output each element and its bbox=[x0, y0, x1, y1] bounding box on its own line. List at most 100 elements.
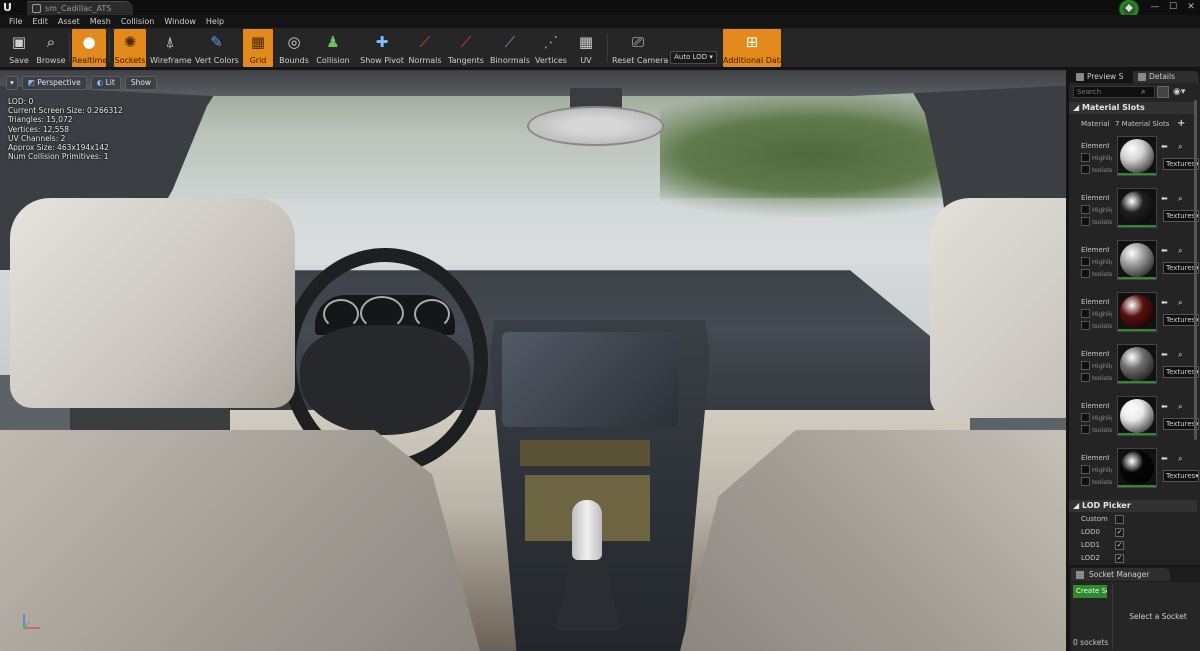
isolate-checkbox[interactable] bbox=[1081, 373, 1090, 382]
menu-asset[interactable]: Asset bbox=[53, 15, 85, 28]
lod-picker-section[interactable]: ◢ LOD Picker bbox=[1069, 500, 1197, 512]
highlight-label: Highlight bbox=[1092, 258, 1112, 266]
sockets-toggle[interactable]: ✺ Sockets bbox=[114, 29, 146, 67]
visibility-eye-icon[interactable]: ◉▾ bbox=[1173, 86, 1189, 98]
highlight-checkbox[interactable] bbox=[1081, 205, 1090, 214]
collision-icon: ♟ bbox=[326, 33, 340, 51]
menu-edit[interactable]: Edit bbox=[27, 15, 53, 28]
highlight-checkbox[interactable] bbox=[1081, 413, 1090, 422]
browse-to-asset-icon[interactable]: ⌕ bbox=[1178, 298, 1182, 308]
menu-mesh[interactable]: Mesh bbox=[85, 15, 116, 28]
use-selected-arrow-icon[interactable]: ⬅ bbox=[1161, 454, 1168, 463]
isolate-label: Isolate bbox=[1092, 166, 1112, 174]
browse-to-asset-icon[interactable]: ⌕ bbox=[1178, 350, 1182, 360]
isolate-checkbox[interactable] bbox=[1081, 165, 1090, 174]
binormals-toggle[interactable]: ⟋ Binormals bbox=[490, 29, 530, 67]
material-thumbnail[interactable] bbox=[1117, 344, 1157, 384]
use-selected-arrow-icon[interactable]: ⬅ bbox=[1161, 298, 1168, 307]
asset-tab[interactable]: sm_Cadillac_ATS bbox=[27, 1, 133, 15]
lod2-checkbox[interactable]: ✓ bbox=[1115, 554, 1124, 563]
lit-button[interactable]: ◐ Lit bbox=[90, 76, 121, 90]
browse-to-asset-icon[interactable]: ⌕ bbox=[1178, 402, 1182, 412]
isolate-checkbox[interactable] bbox=[1081, 217, 1090, 226]
isolate-checkbox[interactable] bbox=[1081, 425, 1090, 434]
browse-button[interactable]: ⌕ Browse bbox=[35, 29, 67, 67]
tangents-toggle[interactable]: ⟋ Tangents bbox=[448, 29, 484, 67]
lod1-row: LOD1 ✓ bbox=[1081, 541, 1124, 550]
material-thumbnail[interactable] bbox=[1117, 396, 1157, 436]
view-options-icon[interactable] bbox=[1157, 86, 1169, 98]
viewport-options-button[interactable]: ▾ bbox=[6, 76, 18, 90]
vertices-toggle[interactable]: ⋰ Vertices bbox=[535, 29, 567, 67]
material-thumbnail[interactable] bbox=[1117, 448, 1157, 488]
save-button[interactable]: ▣ Save bbox=[4, 29, 34, 67]
use-selected-arrow-icon[interactable]: ⬅ bbox=[1161, 246, 1168, 255]
highlight-checkbox[interactable] bbox=[1081, 465, 1090, 474]
close-button[interactable]: ✕ bbox=[1182, 0, 1200, 15]
menu-window[interactable]: Window bbox=[159, 15, 201, 28]
material-thumbnail[interactable] bbox=[1117, 240, 1157, 280]
highlight-label: Highlight bbox=[1092, 362, 1112, 370]
isolate-label: Isolate bbox=[1092, 426, 1112, 434]
tab-socket-manager[interactable]: Socket Manager bbox=[1071, 568, 1170, 581]
isolate-checkbox[interactable] bbox=[1081, 321, 1090, 330]
highlight-checkbox[interactable] bbox=[1081, 309, 1090, 318]
unreal-logo-icon[interactable]: U bbox=[3, 1, 16, 14]
create-socket-button[interactable]: Create Socket bbox=[1073, 585, 1107, 598]
details-scrollbar[interactable] bbox=[1194, 100, 1197, 440]
menu-collision[interactable]: Collision bbox=[116, 15, 160, 28]
browse-to-asset-icon[interactable]: ⌕ bbox=[1178, 194, 1182, 204]
browse-to-asset-icon[interactable]: ⌕ bbox=[1178, 246, 1182, 256]
show-button[interactable]: Show bbox=[124, 76, 158, 90]
uv-dropdown[interactable]: ▦ UV bbox=[571, 29, 601, 67]
bounds-toggle[interactable]: ◎ Bounds bbox=[277, 29, 311, 67]
infotainment-screen-mesh bbox=[502, 332, 678, 427]
save-icon: ▣ bbox=[11, 33, 27, 51]
highlight-checkbox[interactable] bbox=[1081, 361, 1090, 370]
use-selected-arrow-icon[interactable]: ⬅ bbox=[1161, 402, 1168, 411]
additional-data-toggle[interactable]: ⊞ Additional Data bbox=[723, 29, 785, 67]
use-selected-arrow-icon[interactable]: ⬅ bbox=[1161, 142, 1168, 151]
highlight-checkbox[interactable] bbox=[1081, 153, 1090, 162]
material-slots-label: Material S bbox=[1081, 120, 1111, 128]
isolate-checkbox[interactable] bbox=[1081, 269, 1090, 278]
normals-toggle[interactable]: ⟋ Normals bbox=[408, 29, 442, 67]
minimize-button[interactable]: — bbox=[1146, 0, 1164, 15]
maximize-button[interactable]: ☐ bbox=[1164, 0, 1182, 15]
material-thumbnail[interactable] bbox=[1117, 292, 1157, 332]
browse-to-asset-icon[interactable]: ⌕ bbox=[1178, 454, 1182, 464]
show-pivot-toggle[interactable]: ✚ Show Pivot bbox=[360, 29, 404, 67]
lod-dropdown[interactable]: Auto LOD ▾ bbox=[670, 51, 717, 64]
wireframe-toggle[interactable]: ⍋ Wireframe bbox=[150, 29, 192, 67]
realtime-toggle[interactable]: ● Realtime bbox=[72, 29, 107, 67]
material-slot-0: Element 0HighlightIsolate⬅⌕Textures▾ bbox=[1069, 134, 1199, 186]
add-material-slot-button[interactable]: + bbox=[1177, 118, 1185, 129]
menu-help[interactable]: Help bbox=[201, 15, 229, 28]
highlight-label: Highlight bbox=[1092, 414, 1112, 422]
lod1-checkbox[interactable]: ✓ bbox=[1115, 541, 1124, 550]
tab-details[interactable]: Details bbox=[1133, 71, 1199, 83]
highlight-checkbox[interactable] bbox=[1081, 257, 1090, 266]
collision-dropdown[interactable]: ♟ Collision bbox=[314, 29, 352, 67]
material-slots-count: 7 Material Slots bbox=[1115, 120, 1170, 128]
tab-preview-scene[interactable]: Preview S bbox=[1071, 71, 1131, 83]
highlight-label: Highlight bbox=[1092, 206, 1112, 214]
isolate-checkbox[interactable] bbox=[1081, 477, 1090, 486]
use-selected-arrow-icon[interactable]: ⬅ bbox=[1161, 350, 1168, 359]
material-slots-section[interactable]: ◢ Material Slots bbox=[1069, 102, 1197, 114]
material-thumbnail[interactable] bbox=[1117, 188, 1157, 228]
lod-custom-checkbox[interactable] bbox=[1115, 515, 1124, 524]
menu-file[interactable]: File bbox=[4, 15, 27, 28]
lod0-checkbox[interactable]: ✓ bbox=[1115, 528, 1124, 537]
grid-toggle[interactable]: ▦ Grid bbox=[243, 29, 273, 67]
reset-camera-button[interactable]: ⎚ Reset Camera bbox=[612, 29, 668, 67]
mesh-viewport[interactable]: ▾ ◩ Perspective ◐ Lit Show LOD: 0 Curren… bbox=[0, 70, 1066, 651]
material-thumbnail[interactable] bbox=[1117, 136, 1157, 176]
vert-colors-toggle[interactable]: ✎ Vert Colors bbox=[195, 29, 239, 67]
stat-triangles: Triangles: 15,072 bbox=[8, 115, 73, 125]
use-selected-arrow-icon[interactable]: ⬅ bbox=[1161, 194, 1168, 203]
material-textures-dropdown[interactable]: Textures▾ bbox=[1163, 470, 1199, 482]
stat-lod: LOD: 0 bbox=[8, 97, 34, 106]
perspective-button[interactable]: ◩ Perspective bbox=[21, 76, 87, 90]
browse-to-asset-icon[interactable]: ⌕ bbox=[1178, 142, 1182, 152]
